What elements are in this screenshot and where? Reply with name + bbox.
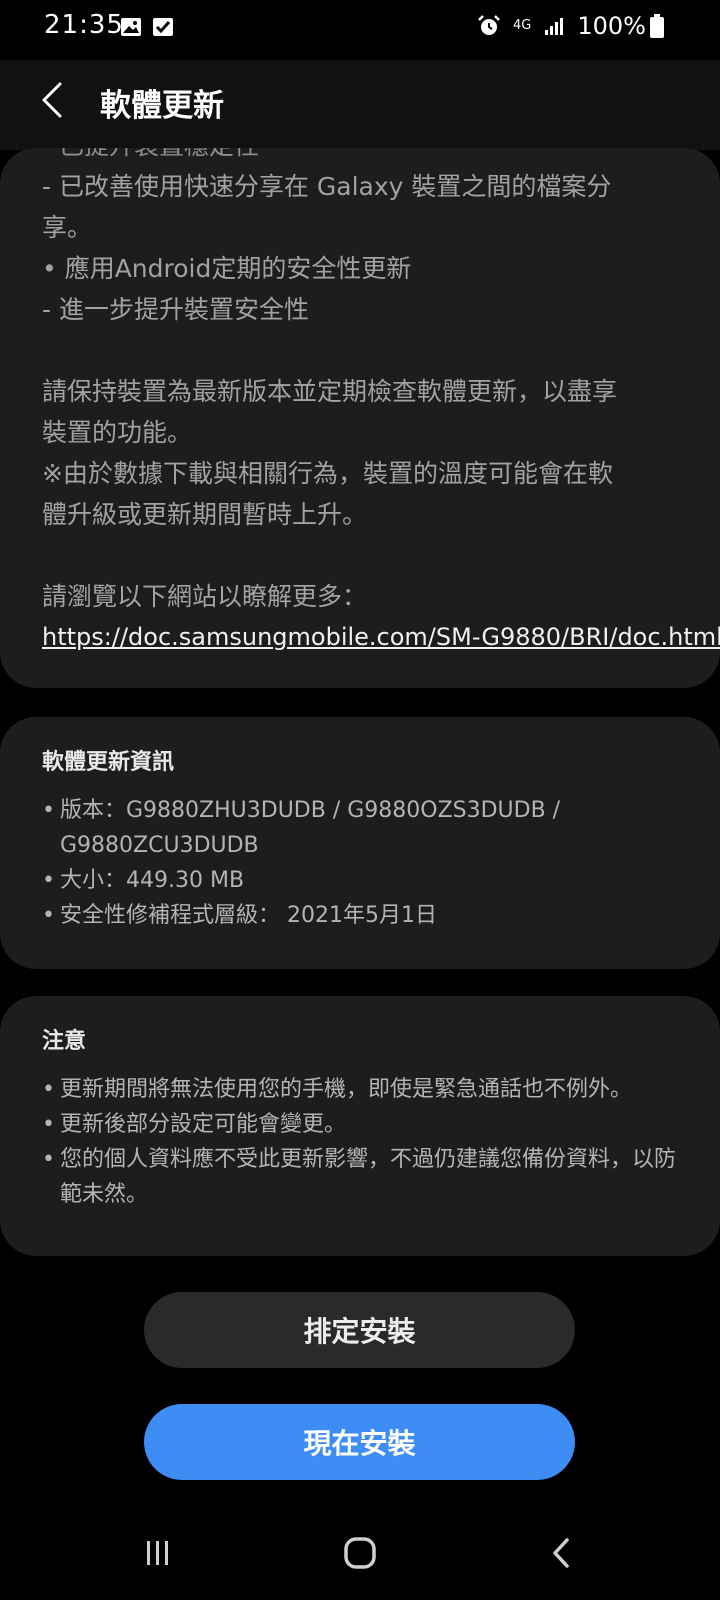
notice-card: 注意 • 更新期間將無法使用您的手機，即使是緊急通話也不例外。 • 更新後部分設定可… xyxy=(0,996,720,1256)
system-status: 4G 100% xyxy=(477,12,664,40)
home-icon xyxy=(344,1537,376,1569)
release-notes-link[interactable]: https://doc.samsungmobile.com/SM-G9880/B… xyxy=(42,617,720,658)
battery-percentage: 100% xyxy=(577,12,646,40)
battery-icon xyxy=(650,14,664,38)
release-note-spacer xyxy=(42,535,678,576)
system-navigation-bar xyxy=(0,1500,720,1600)
back-arrow-icon xyxy=(42,82,62,118)
notice-item: • 您的個人資料應不受此更新影響，不過仍建議您備份資料，以防範未然。 xyxy=(42,1147,677,1207)
back-button[interactable] xyxy=(34,78,74,122)
schedule-install-button[interactable]: 排定安裝 xyxy=(144,1292,575,1368)
notice-title: 注意 xyxy=(42,1029,87,1054)
page-title: 軟體更新 xyxy=(100,88,224,124)
signal-icon xyxy=(545,18,564,35)
back-nav-icon xyxy=(553,1538,569,1568)
release-note-line: 享。 xyxy=(42,213,93,242)
release-note-line: 體升級或更新期間暫時上升。 xyxy=(42,500,368,529)
alarm-icon xyxy=(478,15,500,35)
home-button[interactable] xyxy=(330,1526,390,1580)
install-now-button[interactable]: 現在安裝 xyxy=(144,1404,575,1480)
recent-apps-button[interactable] xyxy=(128,1526,188,1580)
release-note-line: ※由於數據下載與相關行為，裝置的溫度可能會在軟 xyxy=(42,459,613,488)
notice-item: • 更新後部分設定可能會變更。 xyxy=(42,1112,347,1137)
update-info-card: 軟體更新資訊 • 版本：G9880ZHU3DUDB / G9880OZS3DUDB… xyxy=(0,717,720,969)
update-info-item: • 安全性修補程式層級： 2021年5月1日 xyxy=(42,903,437,928)
update-info-title: 軟體更新資訊 xyxy=(42,750,175,775)
recent-apps-icon xyxy=(147,1541,168,1565)
release-note-line: 裝置的功能。 xyxy=(42,418,193,447)
release-note-cut-line: - 已提升裝置穩定性 xyxy=(42,148,678,160)
app-bar: 軟體更新 xyxy=(0,60,720,150)
release-note-line: - 進一步提升裝置安全性 xyxy=(42,295,309,324)
gallery-notification-icon xyxy=(121,18,141,36)
release-notes-card: - 已提升裝置穩定性 - 已改善使用快速分享在 Galaxy 裝置之間的檔案分 … xyxy=(0,148,720,688)
update-info-list: • 版本：G9880ZHU3DUDB / G9880OZS3DUDB / G988… xyxy=(42,793,678,933)
back-nav-button[interactable] xyxy=(532,1526,592,1580)
notice-item: • 更新期間將無法使用您的手機，即使是緊急通話也不例外。 xyxy=(42,1077,633,1102)
status-bar: 21:35 4G 100% xyxy=(0,0,720,60)
release-note-spacer xyxy=(42,330,678,371)
checkbox-notification-icon xyxy=(153,18,173,36)
notification-icons xyxy=(120,16,174,38)
network-type-icon: 4G xyxy=(513,18,532,33)
release-note-line: • 應用Android定期的安全性更新 xyxy=(42,254,412,283)
update-info-item: • 大小：449.30 MB xyxy=(42,868,245,893)
notice-list: • 更新期間將無法使用您的手機，即使是緊急通話也不例外。 • 更新後部分設定可能會變… xyxy=(42,1072,678,1212)
release-note-line: - 已改善使用快速分享在 Galaxy 裝置之間的檔案分 xyxy=(42,172,612,201)
update-info-item: • 版本：G9880ZHU3DUDB / G9880OZS3DUDB / G988… xyxy=(42,798,561,858)
release-note-line: 請保持裝置為最新版本並定期檢查軟體更新，以盡享 xyxy=(42,377,618,406)
status-time: 21:35 xyxy=(44,10,124,40)
release-note-line: 請瀏覽以下網站以瞭解更多： xyxy=(42,582,368,611)
